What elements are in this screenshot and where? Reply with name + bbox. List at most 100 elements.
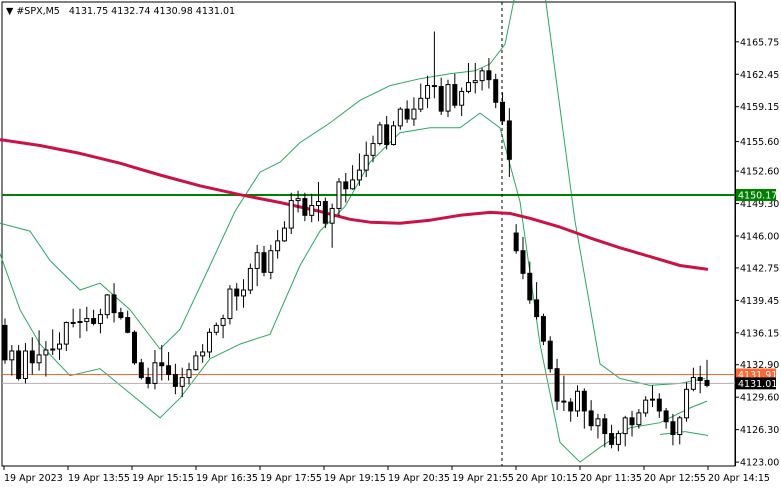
candle-body: [91, 318, 97, 324]
candle-body: [561, 400, 567, 403]
y-tick-label: 4129.60: [740, 393, 779, 404]
y-tick-label: 4159.15: [740, 102, 779, 113]
x-tick-label: 20 Apr 11:35: [580, 473, 642, 484]
x-tick-label: 19 Apr 20:35: [388, 473, 450, 484]
candle-body: [336, 181, 342, 209]
candle-body: [656, 398, 662, 412]
ohlc-readout: 4131.75 4132.74 4130.98 4131.01: [69, 6, 235, 17]
candle-body: [663, 410, 669, 423]
candle-body: [575, 390, 581, 412]
candle-body: [350, 179, 356, 190]
x-tick-label: 19 Apr 19:15: [324, 473, 386, 484]
candle-body: [104, 294, 110, 316]
candle-body: [288, 200, 294, 229]
y-tick-label: 4165.75: [740, 37, 779, 48]
x-tick-label: 20 Apr 12:55: [644, 473, 706, 484]
candle-body: [329, 207, 335, 224]
candle-body: [295, 198, 301, 202]
candle-body: [186, 369, 192, 379]
candle-body: [568, 401, 574, 412]
candle-body: [145, 377, 151, 384]
candle-body: [275, 240, 281, 252]
candle-body: [643, 399, 649, 414]
candle-body: [377, 124, 383, 145]
candle: [377, 121, 383, 146]
x-tick-label: 20 Apr 14:15: [708, 473, 770, 484]
price-chart[interactable]: 4165.754162.454159.154155.604152.604149.…: [0, 0, 781, 489]
candle-body: [704, 379, 710, 386]
candle-body: [527, 272, 533, 301]
candle-body: [472, 80, 478, 84]
candle-body: [261, 252, 267, 273]
x-tick-label: 19 Apr 2023: [4, 473, 63, 484]
candle-body: [356, 169, 362, 181]
candle-body: [152, 362, 158, 384]
candle-body: [2, 324, 8, 361]
x-tick-label: 19 Apr 15:15: [132, 473, 194, 484]
candle: [104, 293, 110, 319]
candle-body: [431, 85, 437, 88]
header-marker: ▼: [6, 6, 14, 17]
candle-body: [200, 351, 206, 357]
plot-area: [1, 1, 736, 467]
candle-body: [22, 350, 28, 380]
candle-body: [609, 433, 615, 445]
candle-body: [63, 321, 69, 345]
candle-body: [540, 316, 546, 342]
price-axis[interactable]: 4165.754162.454159.154155.604152.604149.…: [735, 37, 779, 469]
candle-body: [445, 84, 451, 112]
candle-body: [622, 417, 628, 435]
candle: [540, 313, 546, 346]
candle-body: [36, 354, 42, 364]
candle-body: [452, 84, 458, 106]
time-axis[interactable]: 19 Apr 2023 19 Apr 13:55 19 Apr 15:15 19 Ap…: [3, 466, 770, 484]
candle-body: [425, 85, 431, 99]
candle-body: [241, 289, 247, 297]
candle-body: [602, 418, 608, 435]
candle-body: [363, 154, 369, 171]
candle-body: [77, 320, 83, 323]
x-tick-label: 19 Apr 17:55: [260, 473, 322, 484]
candle-body: [138, 362, 144, 379]
candle-body: [615, 433, 621, 445]
y-tick-label: 4126.30: [740, 425, 779, 436]
y-tick-label: 4142.75: [740, 263, 779, 274]
candle: [547, 336, 553, 373]
candle: [322, 197, 328, 229]
candle-body: [493, 79, 499, 103]
candle: [131, 330, 137, 365]
candle-body: [390, 125, 396, 146]
candle-body: [486, 70, 492, 81]
candle-body: [316, 201, 322, 206]
candle-body: [125, 317, 131, 333]
candle: [2, 318, 8, 364]
price-tag-label: 4131.01: [738, 379, 777, 390]
candle-body: [16, 350, 22, 380]
candle-body: [220, 318, 226, 326]
candle-body: [206, 331, 212, 353]
candle-body: [247, 267, 253, 291]
candle: [445, 79, 451, 118]
candle-body: [57, 343, 63, 350]
candle-body: [418, 97, 424, 110]
candle: [247, 263, 253, 294]
candle-body: [97, 314, 103, 324]
candle-body: [111, 294, 117, 314]
x-tick-label: 19 Apr 21:55: [452, 473, 514, 484]
candle-body: [581, 390, 587, 412]
candle-body: [636, 412, 642, 426]
candle-body: [43, 349, 49, 356]
candle-body: [513, 232, 519, 252]
candle-body: [131, 331, 137, 364]
candle-body: [179, 377, 185, 387]
candle-body: [506, 120, 512, 160]
candle-body: [70, 321, 76, 324]
candle-body: [547, 340, 553, 370]
chart-header: ▼ #SPX,M5 4131.75 4132.74 4130.98 4131.0…: [6, 6, 235, 17]
x-tick-label: 19 Apr 16:35: [196, 473, 258, 484]
y-tick-label: 4155.60: [740, 137, 779, 148]
x-tick-label: 20 Apr 10:15: [516, 473, 578, 484]
candle-body: [677, 417, 683, 436]
candle-body: [397, 108, 403, 127]
y-tick-label: 4152.60: [740, 167, 779, 178]
